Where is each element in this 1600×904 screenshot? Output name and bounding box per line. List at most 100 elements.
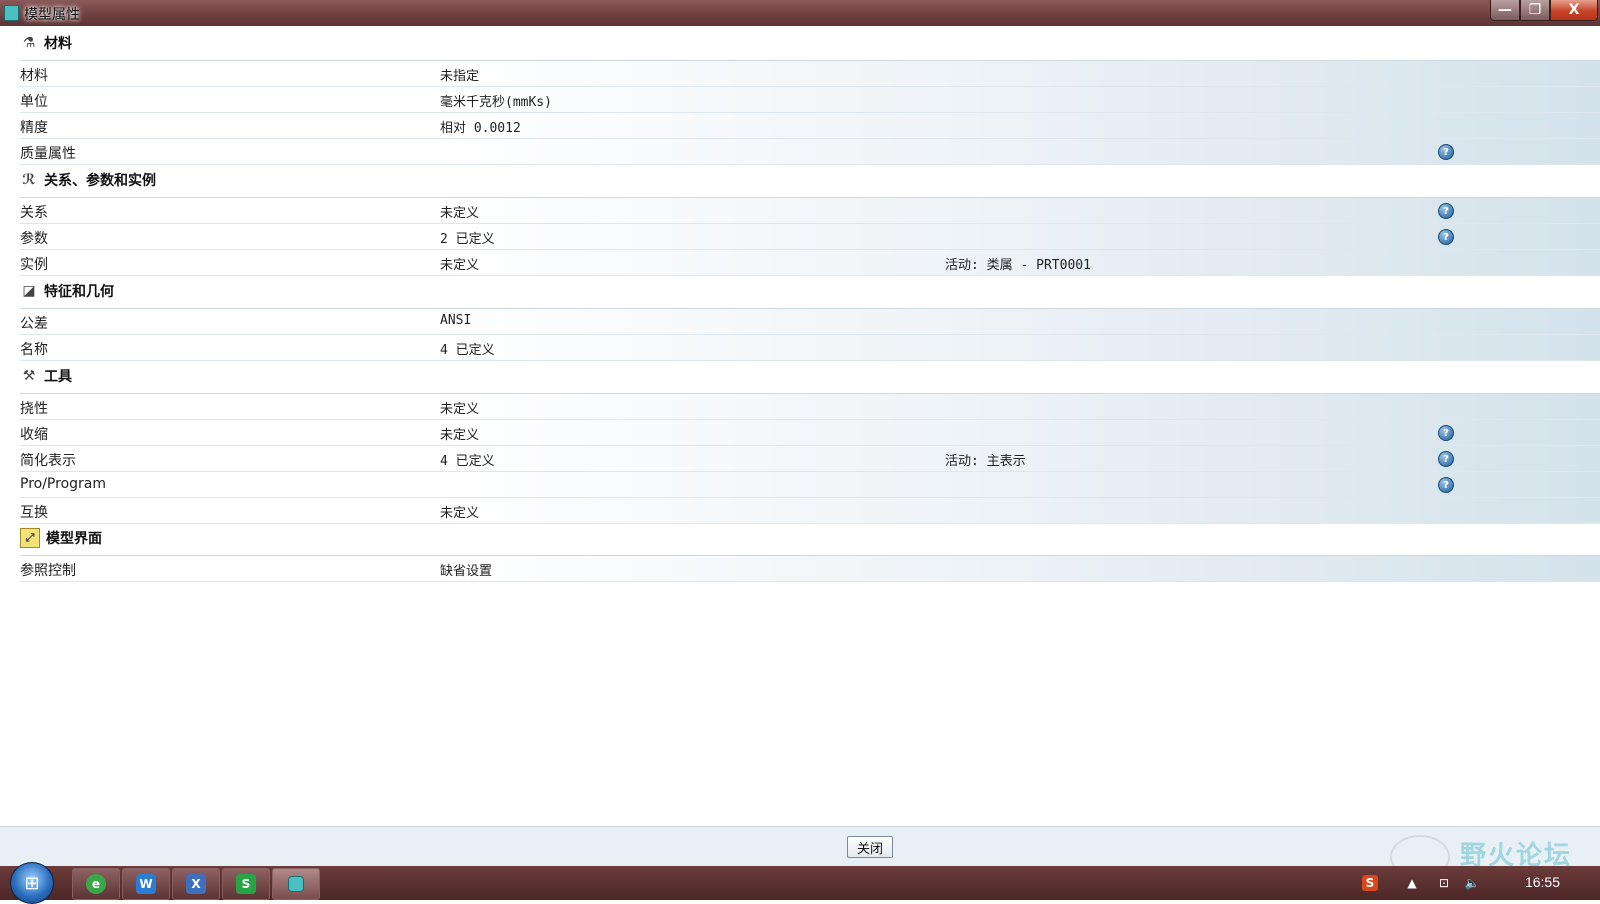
property-label: 参照控制 <box>20 563 76 579</box>
property-row-accuracy[interactable]: 精度 相对 0.0012 <box>20 113 1600 139</box>
section-header-relations: ℛ 关系、参数和实例 <box>20 163 1600 198</box>
active-rep-text: 活动: 主表示 <box>945 454 1026 469</box>
section-title-features: 特征和几何 <box>44 284 114 300</box>
property-row-mass-properties[interactable]: 质量属性 ? <box>20 139 1600 165</box>
taskbar-item-model-window[interactable] <box>272 868 320 900</box>
property-row-tolerance[interactable]: 公差 ANSI <box>20 309 1600 335</box>
network-icon[interactable]: ⊡ <box>1436 875 1452 891</box>
property-row-reference-control[interactable]: 参照控制 缺省设置 <box>20 556 1600 582</box>
property-value[interactable]: 未指定 <box>440 65 479 84</box>
section-title-relations: 关系、参数和实例 <box>44 173 156 189</box>
spreadsheet-icon: S <box>236 874 256 894</box>
active-instance-text: 活动: 类属 - PRT0001 <box>945 258 1091 273</box>
close-button[interactable]: 关闭 <box>847 836 893 858</box>
forum-watermark: 野火论坛 <box>1390 835 1585 879</box>
properties-panel: ⚗ 材料 材料 未指定 单位 毫米千克秒(mmKs) 精度 相对 0.0012 … <box>0 26 1600 826</box>
property-value[interactable]: 相对 0.0012 <box>440 117 521 136</box>
property-value[interactable]: 未定义 <box>440 502 479 521</box>
property-value[interactable]: 4 已定义 <box>440 450 495 469</box>
start-button[interactable]: ⊞ <box>10 862 54 904</box>
maximize-button[interactable]: ❐ <box>1520 0 1550 21</box>
property-value[interactable]: 毫米千克秒(mmKs) <box>440 91 552 110</box>
help-icon[interactable]: ? <box>1438 451 1454 467</box>
property-value[interactable]: 缺省设置 <box>440 560 492 579</box>
property-label: 公差 <box>20 316 48 332</box>
section-model-interface: ⤢ 模型界面 参照控制 缺省设置 <box>20 521 1600 582</box>
property-row-relations[interactable]: 关系 未定义 ? <box>20 198 1600 224</box>
close-window-button[interactable]: X <box>1550 0 1598 21</box>
system-tray: S ▲ ⊡ 🔈 16:55 <box>1320 866 1600 900</box>
property-row-instances[interactable]: 实例 未定义 活动: 类属 - PRT0001 <box>20 250 1600 276</box>
windows-logo-icon: ⊞ <box>24 872 40 894</box>
help-icon[interactable]: ? <box>1438 203 1454 219</box>
clock[interactable]: 16:55 <box>1525 874 1560 890</box>
property-label: 收缩 <box>20 427 48 443</box>
property-row-flexibility[interactable]: 挠性 未定义 <box>20 394 1600 420</box>
section-tools: ⚒ 工具 挠性 未定义 收缩 未定义 ? 简化表示 4 已定义 活动: 主表示 … <box>20 359 1600 524</box>
relations-icon: ℛ <box>22 172 36 188</box>
maximize-icon: ❐ <box>1528 2 1542 18</box>
help-icon[interactable]: ? <box>1438 477 1454 493</box>
show-hidden-icons-icon[interactable]: ▲ <box>1404 875 1420 891</box>
title-bar: 模型属性 — ❐ X <box>0 0 1600 26</box>
property-label: 参数 <box>20 231 48 247</box>
property-value[interactable]: 2 已定义 <box>440 228 495 247</box>
property-value[interactable]: 未定义 <box>440 424 479 443</box>
model-window-icon <box>288 876 304 892</box>
property-row-shrinkage[interactable]: 收缩 未定义 ? <box>20 420 1600 446</box>
property-value[interactable]: 未定义 <box>440 254 479 273</box>
model-interface-icon: ⤢ <box>20 528 40 548</box>
volume-icon[interactable]: 🔈 <box>1464 875 1480 891</box>
word-icon: W <box>136 874 156 894</box>
taskbar: ⊞ e W X S S ▲ ⊡ 🔈 16:55 <box>0 862 1600 904</box>
property-row-names[interactable]: 名称 4 已定义 <box>20 335 1600 361</box>
close-icon: X <box>1568 2 1580 18</box>
section-header-model-interface: ⤢ 模型界面 <box>20 521 1600 556</box>
property-label: 名称 <box>20 342 48 358</box>
window-controls: — ❐ X <box>1490 0 1598 21</box>
section-relations: ℛ 关系、参数和实例 关系 未定义 ? 参数 2 已定义 ? 实例 未定义 活动… <box>20 163 1600 276</box>
property-value[interactable]: 未定义 <box>440 398 479 417</box>
property-label: 单位 <box>20 94 48 110</box>
app-x-icon: X <box>186 874 206 894</box>
property-label: 关系 <box>20 205 48 221</box>
taskbar-item-spreadsheet[interactable]: S <box>222 868 270 900</box>
section-header-material: ⚗ 材料 <box>20 26 1600 61</box>
property-row-material[interactable]: 材料 未指定 <box>20 61 1600 87</box>
section-header-tools: ⚒ 工具 <box>20 359 1600 394</box>
property-label: 互换 <box>20 505 48 521</box>
help-icon[interactable]: ? <box>1438 229 1454 245</box>
taskbar-item-app[interactable]: X <box>172 868 220 900</box>
taskbar-item-word[interactable]: W <box>122 868 170 900</box>
help-icon[interactable]: ? <box>1438 425 1454 441</box>
section-title-tools: 工具 <box>44 369 72 385</box>
property-label: Pro/Program <box>20 476 106 492</box>
taskbar-item-browser[interactable]: e <box>72 868 120 900</box>
property-value[interactable]: 未定义 <box>440 202 479 221</box>
browser-icon: e <box>86 874 106 894</box>
property-label: 实例 <box>20 257 48 273</box>
features-icon: ◪ <box>22 283 36 299</box>
property-row-units[interactable]: 单位 毫米千克秒(mmKs) <box>20 87 1600 113</box>
window-title: 模型属性 <box>24 7 80 23</box>
material-icon: ⚗ <box>22 35 36 51</box>
property-row-pro-program[interactable]: Pro/Program ? <box>20 472 1600 498</box>
property-value[interactable]: 4 已定义 <box>440 339 495 358</box>
sogou-ime-icon[interactable]: S <box>1362 875 1378 891</box>
section-material: ⚗ 材料 材料 未指定 单位 毫米千克秒(mmKs) 精度 相对 0.0012 … <box>20 26 1600 165</box>
section-features: ◪ 特征和几何 公差 ANSI 名称 4 已定义 <box>20 274 1600 361</box>
property-label: 简化表示 <box>20 453 76 469</box>
help-icon[interactable]: ? <box>1438 144 1454 160</box>
dialog-footer: 关闭 野火论坛 <box>0 826 1600 879</box>
property-label: 质量属性 <box>20 146 76 162</box>
section-header-features: ◪ 特征和几何 <box>20 274 1600 309</box>
property-label: 材料 <box>20 68 48 84</box>
minimize-button[interactable]: — <box>1490 0 1520 21</box>
tools-icon: ⚒ <box>22 368 36 384</box>
app-window-icon <box>4 5 19 21</box>
section-title-material: 材料 <box>44 36 72 52</box>
property-row-simplified-reps[interactable]: 简化表示 4 已定义 活动: 主表示 ? <box>20 446 1600 472</box>
property-row-parameters[interactable]: 参数 2 已定义 ? <box>20 224 1600 250</box>
minimize-icon: — <box>1498 2 1512 18</box>
property-value[interactable]: ANSI <box>440 313 471 328</box>
